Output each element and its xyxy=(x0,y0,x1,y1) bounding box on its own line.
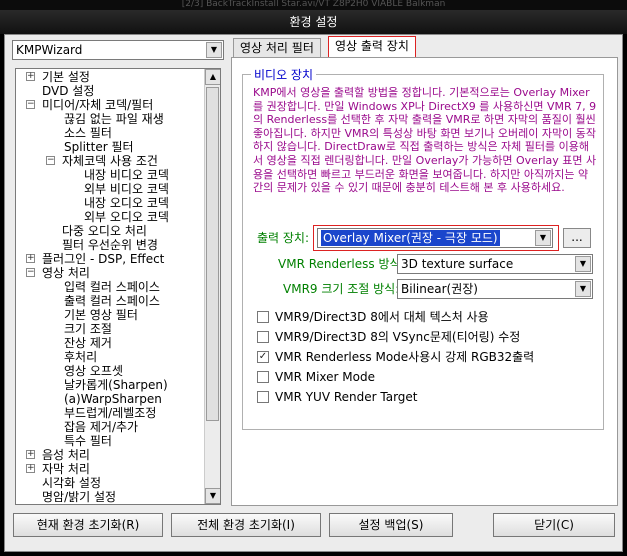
tree-item[interactable]: 내장 오디오 코덱 xyxy=(84,196,169,210)
tree-item[interactable]: 특수 필터 xyxy=(64,434,112,448)
checkbox-label: VMR9/Direct3D 8의 VSync문제(티어링) 수정 xyxy=(275,330,521,344)
background-window-title: [2/3] BackTrackInstall Star.avi/VT Z8P2H… xyxy=(0,0,627,10)
checkbox-label: VMR9/Direct3D 8에서 대체 텍스처 사용 xyxy=(275,310,489,324)
checkbox-icon[interactable] xyxy=(257,371,269,383)
group-title: 비디오 장치 xyxy=(251,66,317,83)
profile-select-value: KMPWizard xyxy=(16,43,83,57)
backup-settings-button[interactable]: 설정 백업(S) xyxy=(329,513,453,537)
tree-item[interactable]: 부드럽게/레벨조정 xyxy=(64,406,156,420)
expand-icon[interactable]: + xyxy=(26,450,35,459)
description-text: KMP에서 영상을 출력할 방법을 정합니다. 기본적으로는 Overlay M… xyxy=(253,86,597,195)
tree-item[interactable]: (a)WarpSharpen xyxy=(64,392,162,406)
tree-item[interactable]: 미디어/자체 코덱/필터 xyxy=(42,98,153,112)
vmr9-resize-select[interactable]: Bilinear(권장) ▼ xyxy=(397,279,593,299)
tree-item[interactable]: 기본 설정 xyxy=(42,70,90,84)
expand-icon[interactable]: + xyxy=(26,254,35,263)
checkmark-icon[interactable]: ✓ xyxy=(257,351,269,363)
output-device-options-button[interactable]: ... xyxy=(563,228,591,248)
tree-item[interactable]: 명암/밝기 설정 xyxy=(42,490,116,504)
tree-item[interactable]: 플러그인 - DSP, Effect xyxy=(42,252,164,266)
tab-video-output[interactable]: 영상 출력 장치 xyxy=(328,36,416,59)
scrollbar-thumb[interactable] xyxy=(206,87,219,421)
tree-item[interactable]: Splitter 필터 xyxy=(64,140,134,154)
tree-item[interactable]: 음성 처리 xyxy=(42,448,90,462)
collapse-icon[interactable]: − xyxy=(26,268,35,277)
tree-item[interactable]: 영상 오프셋 xyxy=(64,364,123,378)
window-title: 환경 설정 xyxy=(0,10,627,34)
chevron-down-icon: ▼ xyxy=(206,42,222,58)
chevron-down-icon: ▼ xyxy=(575,256,591,272)
output-device-label: 출력 장치: xyxy=(257,231,310,245)
expand-icon[interactable]: + xyxy=(26,464,35,473)
close-button[interactable]: 닫기(C) xyxy=(493,513,615,537)
tree-scrollbar[interactable]: ▲ ▼ xyxy=(204,69,220,504)
vmr-renderless-label: VMR Renderless 방식: xyxy=(278,257,405,271)
expand-icon[interactable]: + xyxy=(26,72,35,81)
tree-item[interactable]: 출력 컬러 스페이스 xyxy=(64,294,160,308)
tree-item[interactable]: 소스 필터 xyxy=(64,126,112,140)
tree-item[interactable]: 외부 비디오 코덱 xyxy=(84,182,169,196)
tree-item[interactable]: 외부 오디오 코덱 xyxy=(84,210,169,224)
tree-item[interactable]: 다중 오디오 처리 xyxy=(62,224,147,238)
tree-item[interactable]: 영상 처리 xyxy=(42,266,90,280)
checkbox-icon[interactable] xyxy=(257,311,269,323)
tree-item[interactable]: DVD 설정 xyxy=(42,84,94,98)
vmr9-resize-value: Bilinear(권장) xyxy=(401,282,478,296)
tree-item[interactable]: 자체코덱 사용 조건 xyxy=(62,154,158,168)
scroll-down-icon[interactable]: ▼ xyxy=(205,488,220,504)
tree-item[interactable]: 기본 영상 필터 xyxy=(64,308,138,322)
vmr-renderless-select[interactable]: 3D texture surface ▼ xyxy=(397,254,593,274)
chevron-down-icon: ▼ xyxy=(575,281,591,297)
checkbox-label: VMR Mixer Mode xyxy=(275,370,375,384)
profile-select[interactable]: KMPWizard ▼ xyxy=(12,40,224,60)
output-device-select[interactable]: Overlay Mixer(권장 - 극장 모드) ▼ xyxy=(317,228,553,248)
preferences-dialog: KMPWizard ▼ + 기본 설정 DVD 설정 − 미디어/자체 코덱/필터 끊김 … xyxy=(4,34,623,552)
output-device-value: Overlay Mixer(권장 - 극장 모드) xyxy=(321,230,500,246)
tab-video-filters[interactable]: 영상 처리 필터 xyxy=(233,38,321,59)
vmr-renderless-value: 3D texture surface xyxy=(401,257,514,271)
tree-item[interactable]: 후처리 xyxy=(64,350,97,364)
settings-tree: + 기본 설정 DVD 설정 − 미디어/자체 코덱/필터 끊김 없는 파일 재생 소스 필… xyxy=(15,68,221,505)
reset-all-button[interactable]: 전체 환경 초기화(I) xyxy=(171,513,321,537)
tree-item[interactable]: 날카롭게(Sharpen) xyxy=(64,378,168,392)
reset-current-button[interactable]: 현재 환경 초기화(R) xyxy=(13,513,163,537)
collapse-icon[interactable]: − xyxy=(46,156,55,165)
scroll-up-icon[interactable]: ▲ xyxy=(205,69,220,85)
tree-item[interactable]: 필터 우선순위 변경 xyxy=(62,238,158,252)
tree-item[interactable]: 잔상 제거 xyxy=(64,336,112,350)
tree-item[interactable]: 자막 처리 xyxy=(42,462,90,476)
tab-panel-video-output: 비디오 장치 KMP에서 영상을 출력할 방법을 정합니다. 기본적으로는 Ov… xyxy=(231,57,618,506)
video-device-group: 비디오 장치 KMP에서 영상을 출력할 방법을 정합니다. 기본적으로는 Ov… xyxy=(242,66,604,430)
vmr9-resize-label: VMR9 크기 조절 방식: xyxy=(283,282,400,296)
checkbox-icon[interactable] xyxy=(257,331,269,343)
tree-item[interactable]: 시각화 설정 xyxy=(42,476,101,490)
checkbox-icon[interactable] xyxy=(257,391,269,403)
collapse-icon[interactable]: − xyxy=(26,100,35,109)
checkbox-label: VMR YUV Render Target xyxy=(275,390,418,404)
tree-item[interactable]: 잡음 제거/추가 xyxy=(64,420,138,434)
tree-item[interactable]: 입력 컬러 스페이스 xyxy=(64,280,160,294)
tree-item[interactable]: 크기 조절 xyxy=(64,322,112,336)
checkbox-label: VMR Renderless Mode사용시 강제 RGB32출력 xyxy=(275,350,535,364)
settings-tree-list: + 기본 설정 DVD 설정 − 미디어/자체 코덱/필터 끊김 없는 파일 재생 소스 필… xyxy=(16,69,204,504)
chevron-down-icon: ▼ xyxy=(535,230,551,246)
tree-item[interactable]: 내장 비디오 코덱 xyxy=(84,168,169,182)
tree-item[interactable]: 끊김 없는 파일 재생 xyxy=(64,112,164,126)
